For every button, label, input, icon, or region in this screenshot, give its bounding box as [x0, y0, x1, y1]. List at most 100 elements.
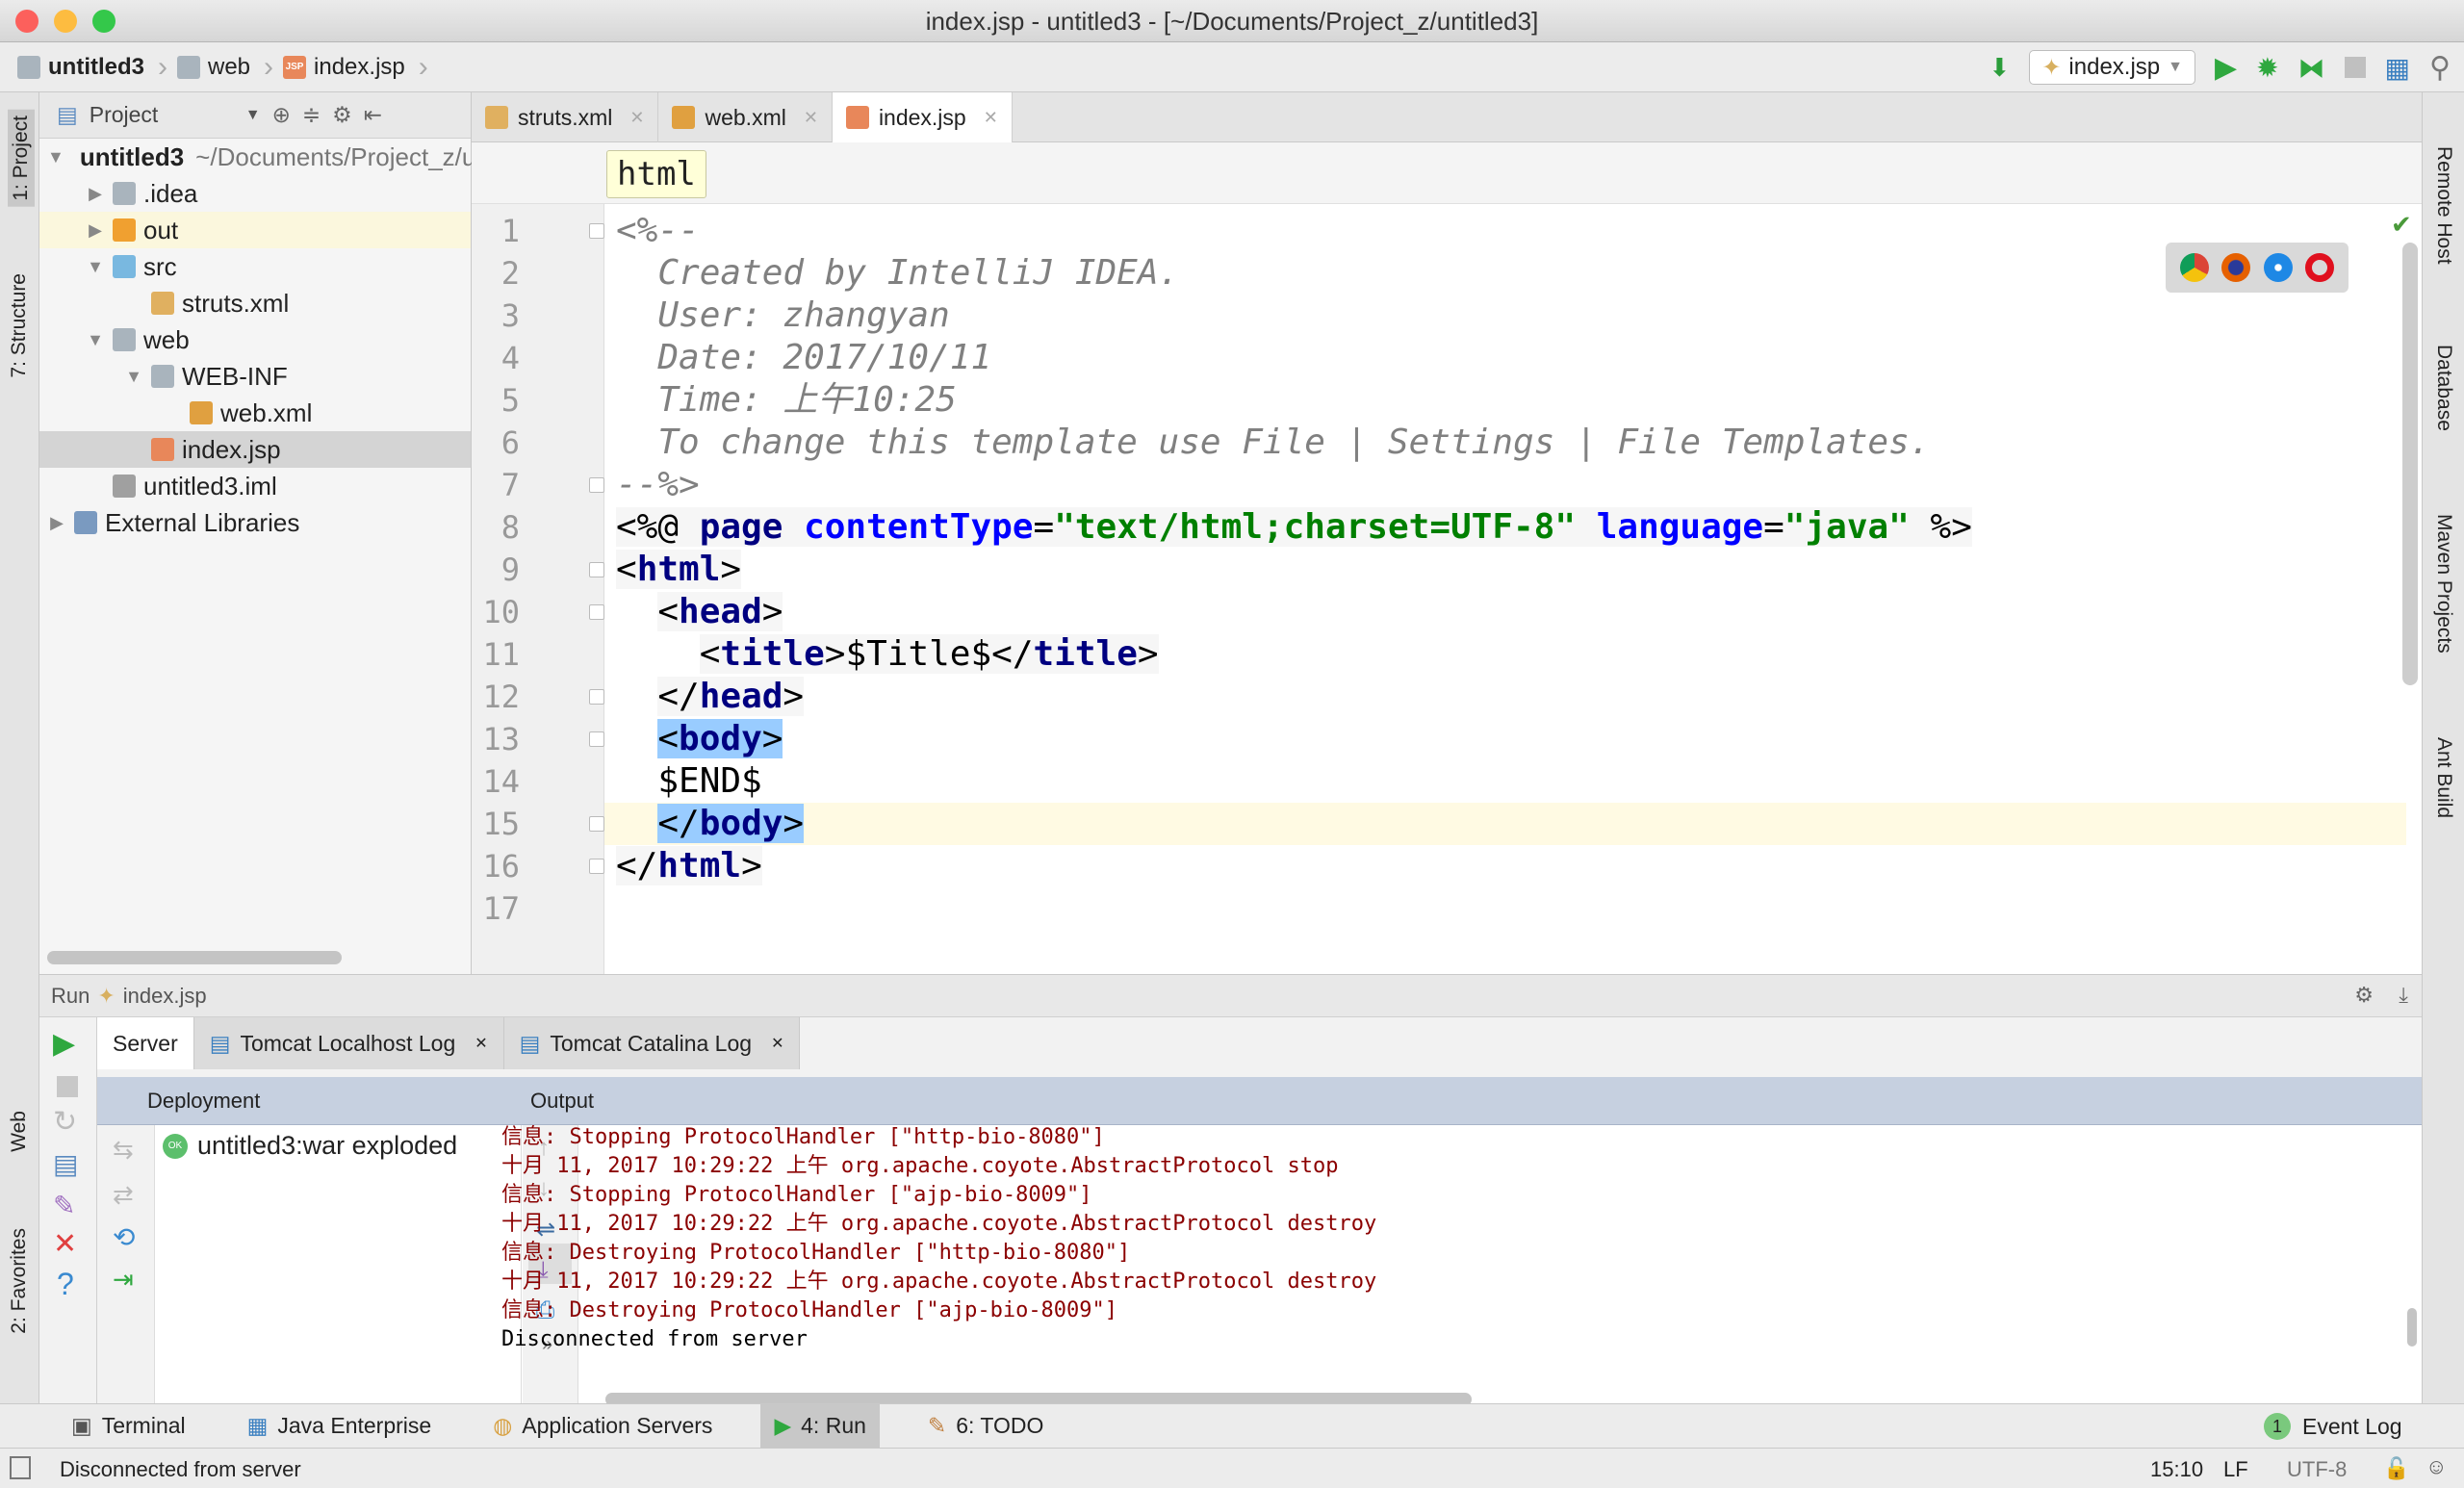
horizontal-scrollbar[interactable]	[47, 951, 342, 964]
gear-icon[interactable]: ⚙	[332, 102, 352, 128]
hide-icon[interactable]: ⇤	[364, 102, 382, 128]
deploy-all-icon[interactable]: ⇥	[97, 1253, 154, 1295]
tool-structure[interactable]: 7: Structure	[8, 273, 31, 378]
close-tab-icon[interactable]: ✕	[629, 108, 644, 128]
tree-item[interactable]: web.xml	[39, 395, 471, 431]
opera-icon[interactable]	[2305, 253, 2335, 282]
vertical-scrollbar[interactable]	[2402, 243, 2418, 685]
fold-marker-icon[interactable]	[589, 689, 604, 705]
tag-breadcrumb-html[interactable]: html	[606, 150, 706, 198]
fold-marker-icon[interactable]	[589, 859, 604, 874]
bottom-tool-terminal[interactable]: ▣ Terminal	[58, 1404, 199, 1449]
tree-item[interactable]: ▶ .idea	[39, 175, 471, 212]
bottom-tool-application-servers[interactable]: ◍ Application Servers	[479, 1404, 726, 1449]
run-tab-tomcat-catalina-log[interactable]: ▤ Tomcat Catalina Log ✕	[503, 1017, 801, 1069]
stop-icon[interactable]	[57, 1076, 78, 1097]
chevron-down-icon[interactable]: ▼	[124, 367, 143, 387]
refresh-icon[interactable]: ⟲	[97, 1210, 154, 1253]
firefox-icon[interactable]	[2221, 253, 2251, 282]
chevron-right-icon[interactable]: ▶	[86, 184, 105, 204]
locate-icon[interactable]: ⊕	[272, 102, 291, 128]
debug-icon[interactable]: ✹	[2256, 52, 2278, 84]
close-tab-icon[interactable]: ✕	[804, 108, 818, 128]
maximize-window-button[interactable]	[92, 10, 116, 33]
tool-database[interactable]: Database	[2432, 345, 2455, 431]
fold-marker-icon[interactable]	[589, 604, 604, 620]
project-structure-icon[interactable]: ▦	[2385, 52, 2410, 84]
close-window-button[interactable]	[15, 10, 38, 33]
chevron-right-icon[interactable]: ▶	[47, 513, 66, 533]
restart-icon[interactable]: ↻	[39, 1097, 96, 1139]
gear-icon[interactable]: ⚙	[2354, 983, 2374, 1008]
tree-item[interactable]: untitled3.iml	[39, 468, 471, 504]
tree-item[interactable]: ▼ web	[39, 321, 471, 358]
tab-struts-xml[interactable]: struts.xml ✕	[472, 92, 659, 142]
bottom-tool--run[interactable]: ▶ 4: Run	[760, 1403, 880, 1449]
chevron-down-icon[interactable]: ▼	[86, 330, 105, 350]
output-vertical-scrollbar[interactable]	[2407, 1308, 2417, 1347]
hide-panel-icon[interactable]: ⤓	[2399, 983, 2408, 1008]
safari-icon[interactable]	[2263, 253, 2293, 282]
run-tab-server[interactable]: Server	[97, 1017, 194, 1069]
chevron-down-icon[interactable]: ▼	[86, 257, 105, 277]
tool-remote-host[interactable]: Remote Host	[2432, 146, 2455, 265]
deploy-icon[interactable]: ⇆	[97, 1125, 154, 1165]
collapse-icon[interactable]: ≑	[302, 102, 321, 128]
project-view-select[interactable]: Project	[90, 102, 234, 128]
chevron-right-icon[interactable]: ▶	[86, 220, 105, 241]
tree-item[interactable]: struts.xml	[39, 285, 471, 321]
run-config-select[interactable]: ✦ index.jsp ▼	[2029, 50, 2195, 85]
bottom-tool-java-enterprise[interactable]: ▦ Java Enterprise	[234, 1404, 446, 1449]
run-icon[interactable]: ▶	[2215, 51, 2237, 85]
undeploy-icon[interactable]: ⇄	[97, 1165, 154, 1210]
minimize-window-button[interactable]	[54, 10, 77, 33]
tab-index-jsp[interactable]: index.jsp ✕	[832, 92, 1013, 142]
inspector-icon[interactable]: ☺	[2426, 1454, 2447, 1479]
close-icon[interactable]: ✕	[39, 1221, 96, 1261]
tree-item[interactable]: ▼ src	[39, 248, 471, 285]
tab-web-xml[interactable]: web.xml ✕	[658, 92, 833, 142]
chevron-down-icon[interactable]: ▼	[245, 107, 261, 124]
deployment-item[interactable]: OK untitled3:war exploded	[163, 1131, 457, 1161]
fold-marker-icon[interactable]	[589, 816, 604, 832]
coverage-icon[interactable]: ⧓	[2298, 52, 2325, 84]
bottom-tool--todo[interactable]: ✎ 6: TODO	[914, 1404, 1057, 1449]
fold-marker-icon[interactable]	[589, 731, 604, 747]
fold-marker-icon[interactable]	[589, 223, 604, 239]
tree-item[interactable]: ▶ External Libraries	[39, 504, 471, 541]
line-separator[interactable]: LF	[2223, 1457, 2248, 1482]
tree-item[interactable]: ▶ out	[39, 212, 471, 248]
rerun-icon[interactable]: ▶	[39, 1017, 96, 1061]
layout-icon[interactable]: ▤	[39, 1139, 96, 1180]
chrome-icon[interactable]	[2179, 253, 2209, 282]
search-icon[interactable]: ⚲	[2429, 51, 2451, 85]
run-tab-tomcat-localhost-log[interactable]: ▤ Tomcat Localhost Log ✕	[193, 1017, 504, 1069]
breadcrumb-web[interactable]: web ›	[177, 51, 273, 84]
close-tab-icon[interactable]: ✕	[984, 108, 998, 128]
breadcrumb-untitled3[interactable]: untitled3 ›	[17, 51, 167, 84]
breadcrumb-index-jsp[interactable]: JSP index.jsp ›	[283, 51, 428, 84]
tree-item[interactable]: ▼ untitled3 ~/Documents/Project_z/untitled…	[39, 139, 556, 175]
caret-position[interactable]: 15:10	[2150, 1457, 2203, 1482]
tree-item[interactable]: ▼ WEB-INF	[39, 358, 471, 395]
stop-icon[interactable]	[2344, 57, 2366, 78]
tool-ant-build[interactable]: Ant Build	[2432, 737, 2455, 818]
close-tab-icon[interactable]: ✕	[771, 1034, 783, 1053]
build-icon[interactable]: ⬇	[1989, 53, 2011, 83]
help-icon[interactable]: ?	[39, 1261, 96, 1302]
tool-web[interactable]: Web	[8, 1111, 31, 1152]
file-encoding[interactable]: UTF-8	[2287, 1457, 2347, 1482]
fold-marker-icon[interactable]	[589, 477, 604, 493]
tree-item[interactable]: index.jsp	[39, 431, 471, 468]
tool-maven[interactable]: Maven Projects	[2432, 514, 2455, 654]
pin-icon[interactable]: ✎	[39, 1180, 96, 1221]
code-editor[interactable]: 1 2 3 4 5 6 7 8 9 10 11 12 13 14 15 16 17 <%-- Created b…	[472, 204, 2422, 974]
lock-icon[interactable]: 🔓	[2383, 1456, 2409, 1481]
event-log-button[interactable]: 1 Event Log	[2264, 1407, 2402, 1446]
fold-marker-icon[interactable]	[589, 562, 604, 577]
tool-favorites[interactable]: 2: Favorites	[8, 1228, 31, 1334]
tool-project[interactable]: 1: Project	[8, 110, 35, 207]
close-tab-icon[interactable]: ✕	[475, 1034, 487, 1053]
chevron-down-icon[interactable]: ▼	[47, 147, 64, 167]
tool-window-toggle-icon[interactable]	[10, 1456, 31, 1479]
